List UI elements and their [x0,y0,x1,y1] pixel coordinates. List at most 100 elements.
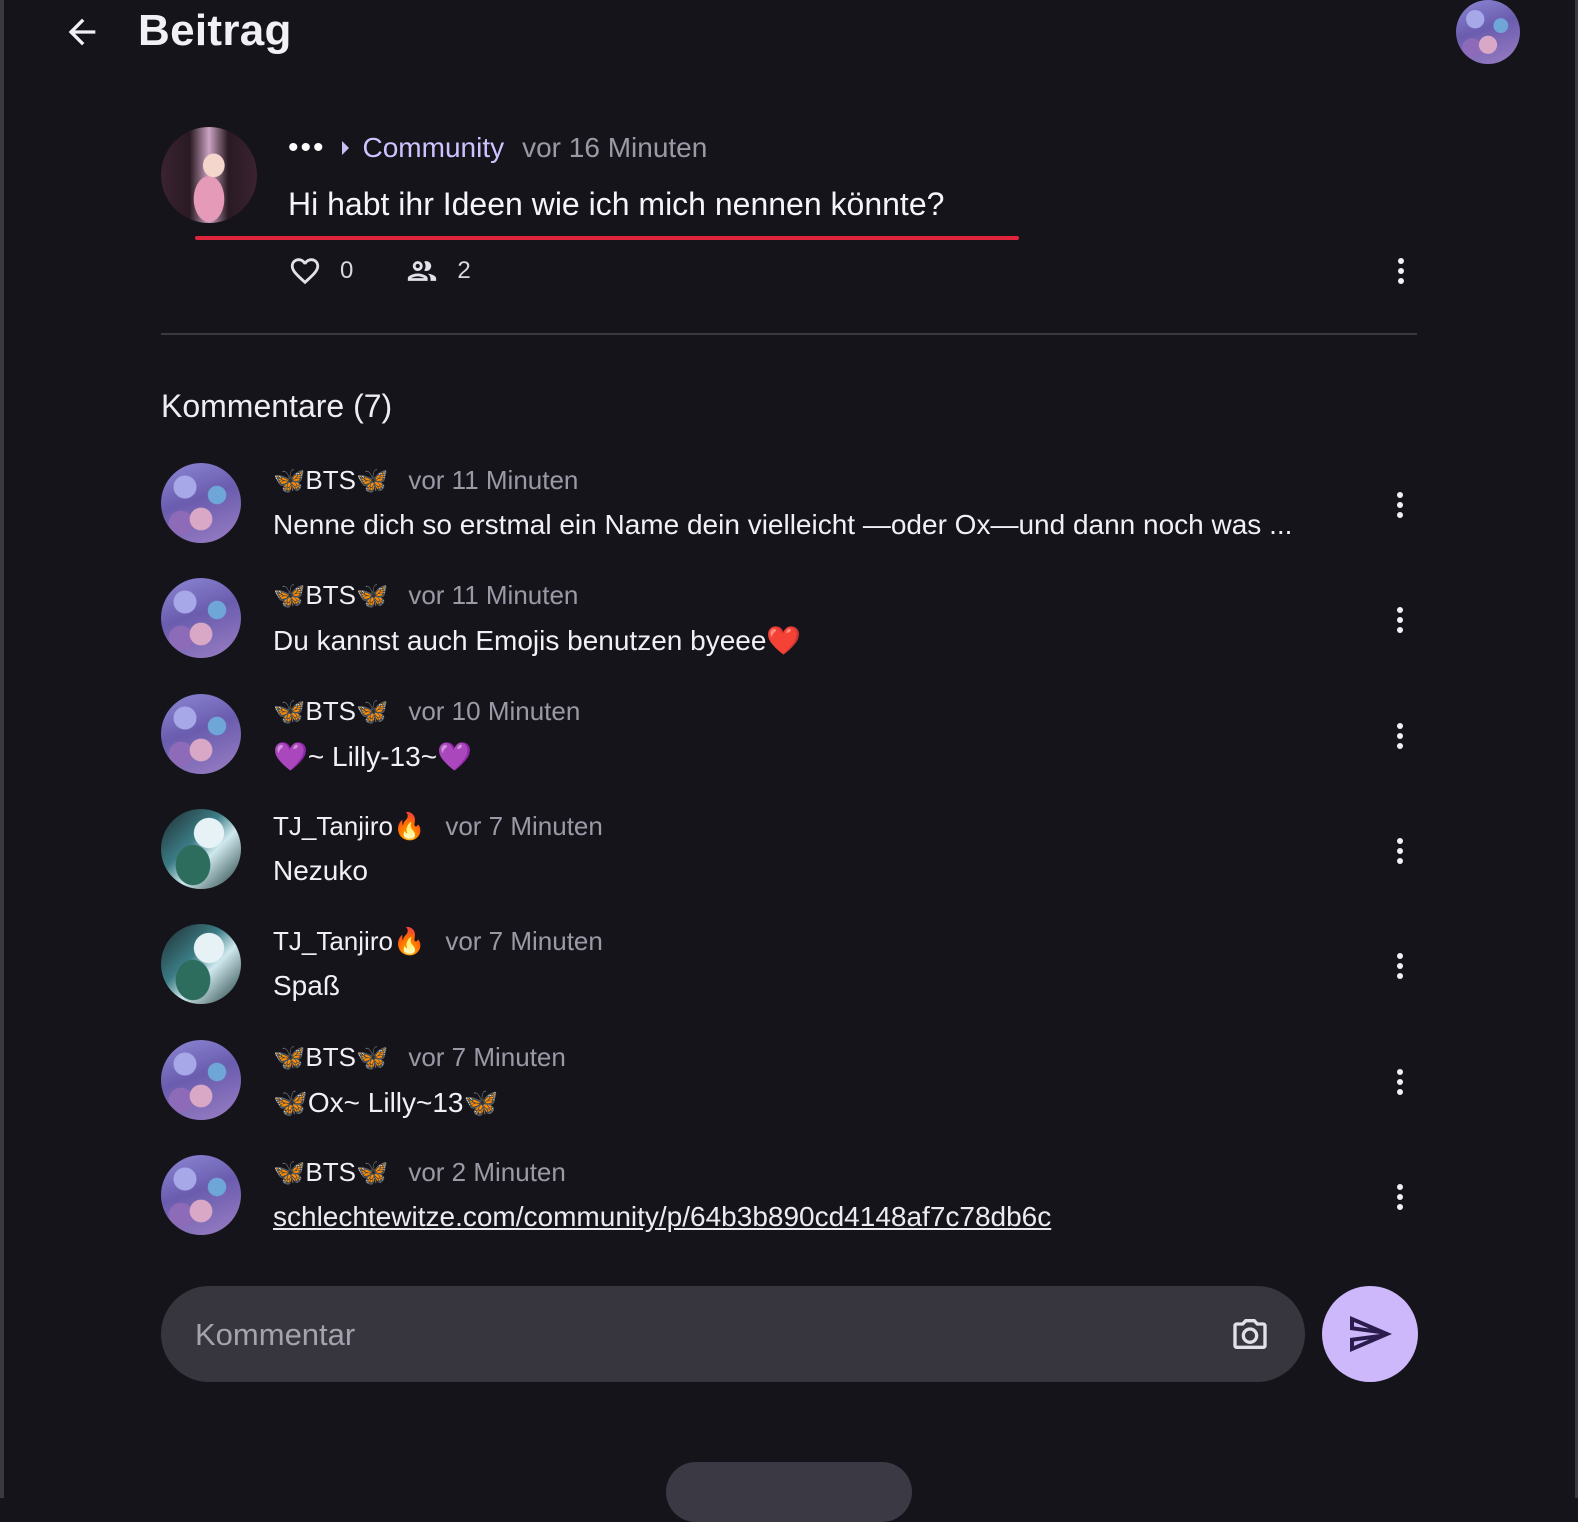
comment-item: 🦋 BTS 🦋 vor 11 Minuten Nenne dich so erstmal… [161,463,1417,563]
like-button[interactable]: 0 [288,254,353,288]
comment-text: Nenne dich so erstmal ein Name dein viel… [273,509,1293,540]
camera-icon [1233,1319,1267,1349]
back-button[interactable] [60,10,104,54]
people-icon [408,261,437,281]
butterfly-icon: 🦋 [355,464,389,495]
comment-header: 🦋 BTS 🦋 vor 7 Minuten [273,1040,566,1074]
comment-input[interactable] [193,1310,1197,1360]
participants-button[interactable]: 2 [405,254,471,288]
post-author-avatar[interactable] [161,127,257,223]
fire-icon: 🔥 [392,810,426,841]
post-time: vor 16 Minuten [522,132,708,163]
heart-icon [290,258,320,285]
comment-more-button[interactable] [1383,600,1417,640]
comment-author[interactable]: 🦋 BTS 🦋 [273,1042,388,1073]
butterfly-icon: 🦋 [273,464,306,495]
comment-header: TJ_Tanjiro 🔥 vor 7 Minuten [273,809,603,843]
more-vert-icon [1398,258,1404,284]
more-vert-icon [1397,838,1403,864]
comment-author-avatar[interactable] [161,1155,241,1235]
comment-text: 💜~ Lilly-13~💜 [273,741,472,772]
comment-author-avatar[interactable] [161,809,241,889]
send-button[interactable] [1322,1286,1418,1382]
fire-icon: 🔥 [392,925,426,956]
comment-header: 🦋 BTS 🦋 vor 10 Minuten [273,694,580,728]
butterfly-icon: 🦋 [273,1156,306,1187]
comment-more-button[interactable] [1383,485,1417,525]
comment-item: 🦋 BTS 🦋 vor 7 Minuten 🦋Ox~ Lilly~13🦋 [161,1040,1417,1140]
comment-time: vor 11 Minuten [408,579,579,610]
breadcrumb-more[interactable]: ••• [288,133,326,163]
comment-author[interactable]: TJ_Tanjiro 🔥 [273,811,425,842]
comment-time: vor 7 Minuten [408,1041,566,1072]
comment-author[interactable]: TJ_Tanjiro 🔥 [273,926,425,957]
comment-time: vor 2 Minuten [408,1156,566,1187]
app-frame: Beitrag ••• Community vor 16 Minuten Hi … [0,0,1578,1522]
comment-author-name: BTS [305,695,356,726]
comment-author-name: BTS [305,1041,356,1072]
more-vert-icon [1397,1069,1403,1095]
comment-input-container [161,1286,1305,1382]
top-app-bar: Beitrag [4,0,1575,70]
comment-more-button[interactable] [1383,831,1417,871]
participant-count: 2 [457,257,471,284]
caret-right-icon [341,141,349,155]
comment-more-button[interactable] [1383,1062,1417,1102]
more-vert-icon [1397,953,1403,979]
comment-author-name: TJ_Tanjiro [273,810,393,841]
like-count: 0 [340,257,354,284]
more-vert-icon [1397,1184,1403,1210]
arrow-left-icon [68,18,96,46]
page-title: Beitrag [138,6,292,55]
comment-header: TJ_Tanjiro 🔥 vor 7 Minuten [273,924,603,958]
post-more-button[interactable] [1384,252,1418,290]
comment-item: 🦋 BTS 🦋 vor 10 Minuten 💜~ Lilly-13~💜 [161,694,1417,794]
comment-time: vor 7 Minuten [445,810,603,841]
comment-more-button[interactable] [1383,946,1417,986]
comment-time: vor 11 Minuten [408,464,579,495]
comment-time: vor 7 Minuten [445,925,603,956]
post-meta: ••• Community vor 16 Minuten [288,130,707,166]
comment-author-name: BTS [305,579,356,610]
comment-more-button[interactable] [1383,1177,1417,1217]
camera-button[interactable] [1227,1312,1273,1356]
comment-author-avatar[interactable] [161,694,241,774]
comment-text: Du kannst auch Emojis benutzen byeee❤️ [273,625,802,656]
comment-author[interactable]: 🦋 BTS 🦋 [273,465,388,496]
butterfly-icon: 🦋 [273,1041,306,1072]
send-icon [1350,1316,1392,1352]
comment-author[interactable]: 🦋 BTS 🦋 [273,1157,388,1188]
community-link[interactable]: Community [363,132,505,164]
current-user-avatar[interactable] [1456,0,1520,64]
comment-author-avatar[interactable] [161,1040,241,1120]
comment-author-avatar[interactable] [161,924,241,1004]
comment-header: 🦋 BTS 🦋 vor 11 Minuten [273,463,578,497]
comment-header: 🦋 BTS 🦋 vor 2 Minuten [273,1155,566,1189]
butterfly-icon: 🦋 [355,1041,389,1072]
comment-item: 🦋 BTS 🦋 vor 2 Minuten schlechtewitze.com/com… [161,1155,1417,1255]
comment-item: 🦋 BTS 🦋 vor 11 Minuten Du kannst auch Emojis… [161,578,1417,678]
bottom-sheet-handle[interactable] [666,1462,912,1522]
comment-text: Nezuko [273,855,368,886]
comment-item: TJ_Tanjiro 🔥 vor 7 Minuten Spaß [161,924,1417,1024]
butterfly-icon: 🦋 [273,695,306,726]
more-vert-icon [1397,607,1403,633]
comment-item: TJ_Tanjiro 🔥 vor 7 Minuten Nezuko [161,809,1417,909]
divider [161,333,1417,335]
highlight-underline [195,236,1019,240]
butterfly-icon: 🦋 [355,695,389,726]
comment-header: 🦋 BTS 🦋 vor 11 Minuten [273,578,578,612]
post-title: Hi habt ihr Ideen wie ich mich nennen kö… [288,186,945,222]
comment-author-avatar[interactable] [161,578,241,658]
comment-link[interactable]: schlechtewitze.com/community/p/64b3b890c… [273,1201,1051,1233]
comment-more-button[interactable] [1383,716,1417,756]
comment-author[interactable]: 🦋 BTS 🦋 [273,696,388,727]
comment-author-name: BTS [305,464,356,495]
butterfly-icon: 🦋 [355,579,389,610]
comment-author-avatar[interactable] [161,463,241,543]
comment-author-name: TJ_Tanjiro [273,925,393,956]
more-vert-icon [1397,492,1403,518]
post-actions: 0 2 [288,252,471,290]
comment-time: vor 10 Minuten [408,695,581,726]
comment-author[interactable]: 🦋 BTS 🦋 [273,580,388,611]
